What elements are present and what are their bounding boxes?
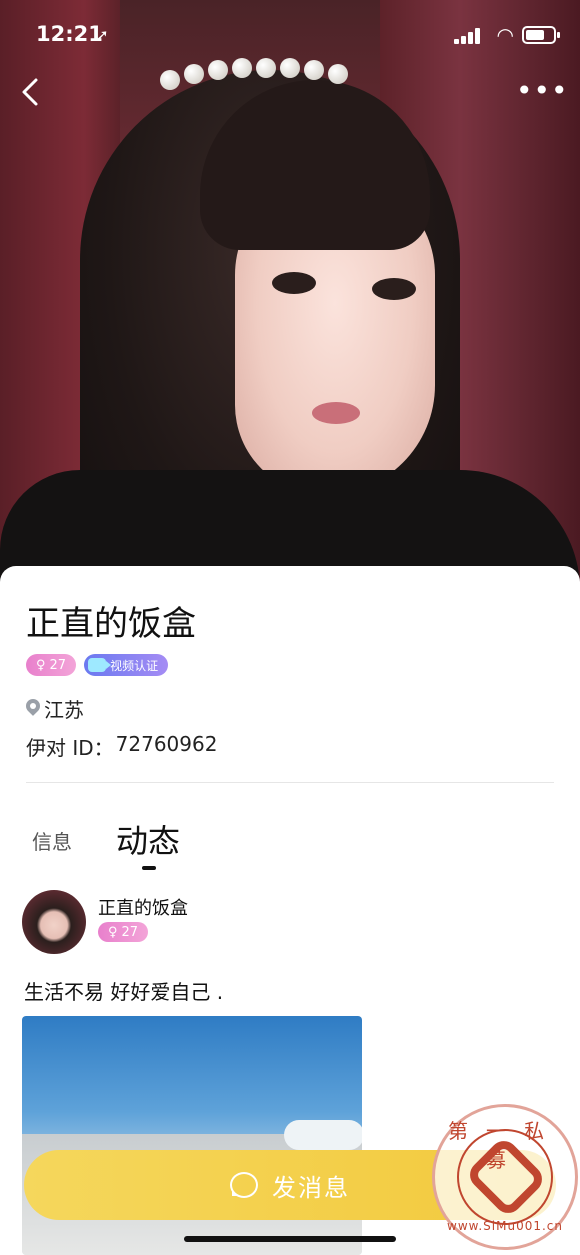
user-id-value: 72760962 [115,732,218,756]
send-message-label: 发消息 [272,1173,350,1202]
photo-crown [140,50,360,90]
photo-lips [312,402,360,424]
tab-active-indicator [142,866,156,870]
divider [26,782,554,783]
home-indicator [184,1236,396,1242]
location-pin-icon [26,699,40,717]
post-image-cloud [284,1120,362,1150]
status-time: 12:21 [36,22,103,46]
badge-row: ♀ 27 视频认证 [26,654,169,676]
post-level-value: 27 [121,924,139,940]
watermark-top-text: 第一私募 [448,1119,562,1172]
post-avatar[interactable] [22,890,86,954]
post-text: 生活不易 好好爱自己 . [24,980,224,1004]
user-id-label: 伊对 ID： [26,736,114,760]
back-button[interactable] [12,72,52,112]
profile-photo[interactable] [0,0,580,600]
chat-bubble-icon [230,1172,258,1198]
post-level-badge: ♀ 27 [98,922,149,942]
photo-eye-right [372,278,416,300]
video-camera-icon [88,658,112,672]
photo-eye-left [272,272,316,294]
tab-posts[interactable]: 动态 [116,816,180,866]
level-icon: ♀ [108,924,118,940]
location-text: 江苏 [44,697,84,722]
user-id-row: 伊对 ID： 72760962 [26,732,217,761]
wifi-icon: ◠ [496,23,514,47]
level-icon: ♀ [36,657,46,673]
tab-info[interactable]: 信息 [32,826,72,866]
more-button[interactable]: ••• [516,76,568,106]
location-row: 江苏 [26,694,84,722]
cellular-signal-icon [454,28,480,44]
location-arrow-icon: ➚ [96,26,109,44]
level-value: 27 [49,657,67,673]
watermark-logo: 第一私募 www.SiMu001.cn [432,1104,578,1250]
chevron-left-icon [22,78,38,106]
battery-icon [522,26,560,44]
video-verified-badge: 视频认证 [84,654,169,676]
status-bar: 12:21 ➚ ◠ [0,18,580,54]
video-verified-label: 视频认证 [110,658,159,673]
post-author-name[interactable]: 正直的饭盒 [98,894,188,920]
profile-tabs: 信息 动态 [32,816,332,870]
more-icon: ••• [516,74,569,107]
level-badge: ♀ 27 [26,654,77,676]
profile-name: 正直的饭盒 [26,604,196,644]
watermark-bottom-text: www.SiMu001.cn [447,1219,563,1233]
